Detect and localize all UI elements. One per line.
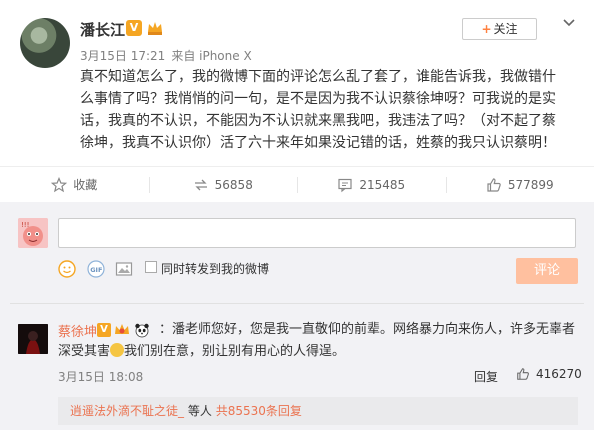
comment-text-part2: 我们别在意，别让别有用心的人得逞。	[124, 344, 346, 359]
repost-icon	[194, 179, 207, 190]
author-avatar[interactable]	[20, 18, 70, 68]
crown-icon	[115, 324, 129, 334]
panda-icon	[135, 323, 149, 338]
like-icon	[517, 368, 529, 380]
repost-checkbox-label: 同时转发到我的微博	[161, 262, 270, 276]
favorite-button[interactable]: 收藏	[0, 167, 149, 202]
comment-icon	[338, 178, 352, 192]
like-button[interactable]: 577899	[445, 167, 594, 202]
sub-reply-user-link[interactable]: 逍遥法外滴不耻之徒_	[70, 404, 184, 418]
comment-input[interactable]	[58, 218, 576, 248]
weibo-post: 潘长江 V 3月15日 17:21 来自 iPhone X + 关注 真不知道怎么了…	[0, 0, 594, 166]
cartoon-avatar-icon: !!!	[18, 218, 48, 248]
sub-reply-mid: 等人	[187, 404, 212, 418]
my-avatar: !!!	[18, 218, 48, 248]
comment-like-count: 416270	[536, 367, 582, 381]
vip-badge-icon: V	[97, 323, 111, 337]
comment-like-button[interactable]: 416270	[516, 367, 582, 381]
image-icon[interactable]	[115, 260, 133, 278]
emoji-icon[interactable]	[58, 260, 76, 278]
gif-icon[interactable]: GIF	[87, 260, 105, 278]
follow-button[interactable]: + 关注	[462, 18, 537, 40]
repost-checkbox[interactable]	[145, 261, 157, 273]
divider	[10, 303, 584, 304]
like-count: 577899	[507, 177, 554, 192]
commenter-avatar[interactable]	[18, 324, 48, 354]
sweat-emoji-icon	[110, 343, 125, 357]
post-meta: 3月15日 17:21 来自 iPhone X	[80, 47, 252, 64]
post-timestamp[interactable]: 3月15日 17:21	[80, 49, 165, 63]
comment-time: 3月15日 18:08	[58, 370, 144, 384]
post-action-bar: 收藏 56858 215485 577899	[0, 166, 594, 202]
comment-count: 215485	[359, 177, 406, 192]
commenter-photo-icon	[18, 324, 48, 354]
vip-badge-icon: V	[126, 20, 142, 36]
repost-count: 56858	[214, 177, 253, 192]
comment-section: !!! GIF 同时转发到我的微博 评论 ：潘老师您好，您是我一直敬仰的前辈。网…	[0, 202, 594, 430]
submit-comment-button[interactable]: 评论	[516, 258, 578, 284]
comment-author[interactable]: 蔡徐坤	[58, 321, 97, 340]
reply-button[interactable]: 回复	[474, 368, 498, 385]
follow-label: 关注	[493, 22, 518, 36]
post-author[interactable]: 潘长江	[80, 19, 125, 40]
favorite-label: 收藏	[73, 178, 98, 192]
sub-replies-summary: 逍遥法外滴不耻之徒_ 等人 共85530条回复	[58, 397, 578, 425]
post-source: 来自 iPhone X	[171, 49, 252, 63]
plus-icon: +	[481, 22, 492, 36]
like-icon	[487, 177, 501, 192]
sub-reply-total-link[interactable]: 共85530条回复	[216, 404, 302, 418]
svg-text:GIF: GIF	[90, 266, 102, 274]
svg-text:!!!: !!!	[21, 221, 29, 229]
crown-icon	[148, 22, 162, 35]
repost-button[interactable]: 56858	[148, 167, 298, 202]
more-chevron-icon[interactable]	[562, 16, 576, 30]
star-icon	[51, 176, 68, 192]
comment-button[interactable]: 215485	[297, 167, 446, 202]
post-text: 真不知道怎么了，我的微博下面的评论怎么乱了套了，谁能告诉我，我做错什么事情了吗？…	[80, 69, 556, 151]
